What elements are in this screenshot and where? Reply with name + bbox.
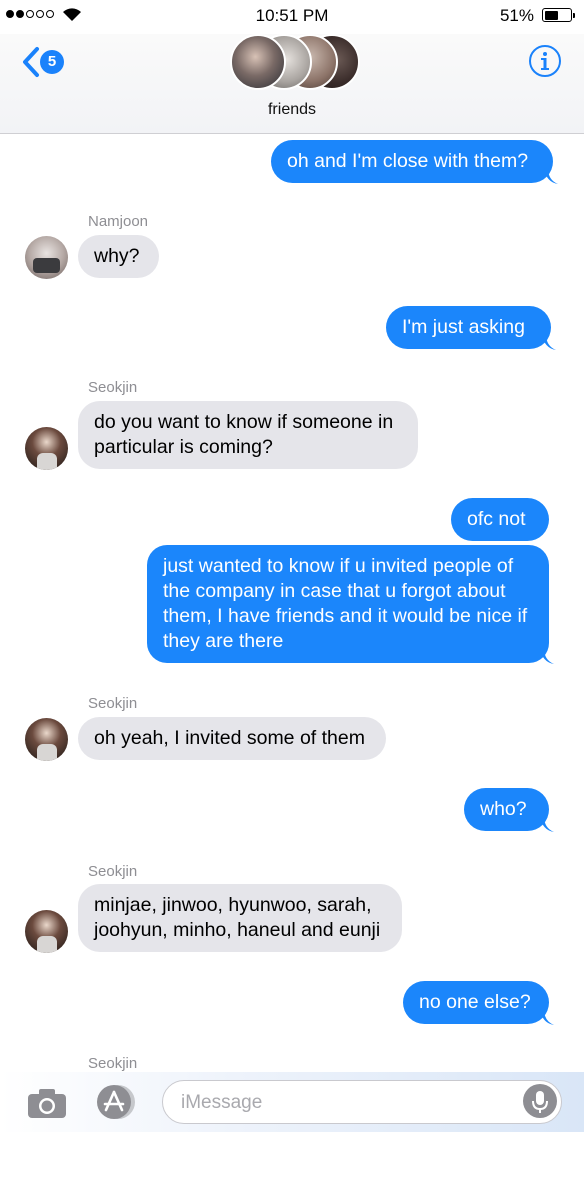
sender-name: Seokjin: [88, 379, 138, 396]
outgoing-message-bubble[interactable]: who?: [464, 788, 549, 831]
avatar[interactable]: [25, 427, 68, 470]
status-time: 10:51 PM: [255, 6, 329, 25]
info-icon[interactable]: [528, 44, 562, 78]
message-composer: iMessage: [0, 1072, 584, 1132]
camera-icon[interactable]: [27, 1087, 67, 1119]
incoming-message-bubble[interactable]: oh yeah, I invited some of them: [78, 717, 386, 760]
outgoing-message-bubble[interactable]: no one else?: [403, 981, 549, 1024]
status-bar: 10:51 PM 51%: [0, 0, 584, 34]
outgoing-message-bubble[interactable]: oh and I'm close with them?: [271, 140, 553, 183]
bubble-tail: [540, 1009, 554, 1025]
incoming-message-bubble[interactable]: why?: [78, 235, 159, 278]
incoming-message-bubble[interactable]: minjae, jinwoo, hyunwoo, sarah, joohyun,…: [78, 884, 402, 952]
app-store-icon[interactable]: [92, 1084, 138, 1120]
back-button[interactable]: 5: [16, 44, 76, 80]
bubble-tail: [540, 816, 554, 832]
bubble-tail: [544, 168, 558, 184]
avatar: [230, 34, 286, 90]
avatar[interactable]: [25, 236, 68, 279]
message-input-placeholder: iMessage: [181, 1092, 263, 1113]
bubble-tail: [540, 648, 554, 664]
chevron-left-icon: [23, 47, 39, 77]
outgoing-message-bubble[interactable]: ofc not: [451, 498, 549, 541]
outgoing-message-bubble[interactable]: I'm just asking: [386, 306, 551, 349]
battery-icon: [542, 8, 575, 22]
microphone-icon: [532, 1091, 548, 1113]
battery-percent: 51%: [499, 6, 534, 25]
group-avatars[interactable]: [230, 34, 360, 94]
bubble-tail: [542, 334, 556, 350]
sender-name: Seokjin: [88, 695, 138, 712]
sender-name: Seokjin: [88, 1055, 138, 1072]
avatar[interactable]: [25, 718, 68, 761]
conversation-header: 5 friends: [0, 34, 584, 134]
page-bottom-margin: [0, 1132, 584, 1200]
avatar[interactable]: [25, 910, 68, 953]
message-thread[interactable]: oh and I'm close with them? Namjoon why?…: [0, 134, 584, 1072]
incoming-message-bubble[interactable]: do you want to know if someone in partic…: [78, 401, 418, 469]
microphone-button[interactable]: [523, 1084, 557, 1118]
unread-count-badge: 5: [40, 50, 64, 74]
sender-name: Seokjin: [88, 863, 138, 880]
outgoing-message-bubble[interactable]: just wanted to know if u invited people …: [147, 545, 549, 663]
message-input[interactable]: iMessage: [162, 1080, 562, 1124]
sender-name: Namjoon: [88, 213, 149, 230]
conversation-title[interactable]: friends: [0, 101, 584, 119]
